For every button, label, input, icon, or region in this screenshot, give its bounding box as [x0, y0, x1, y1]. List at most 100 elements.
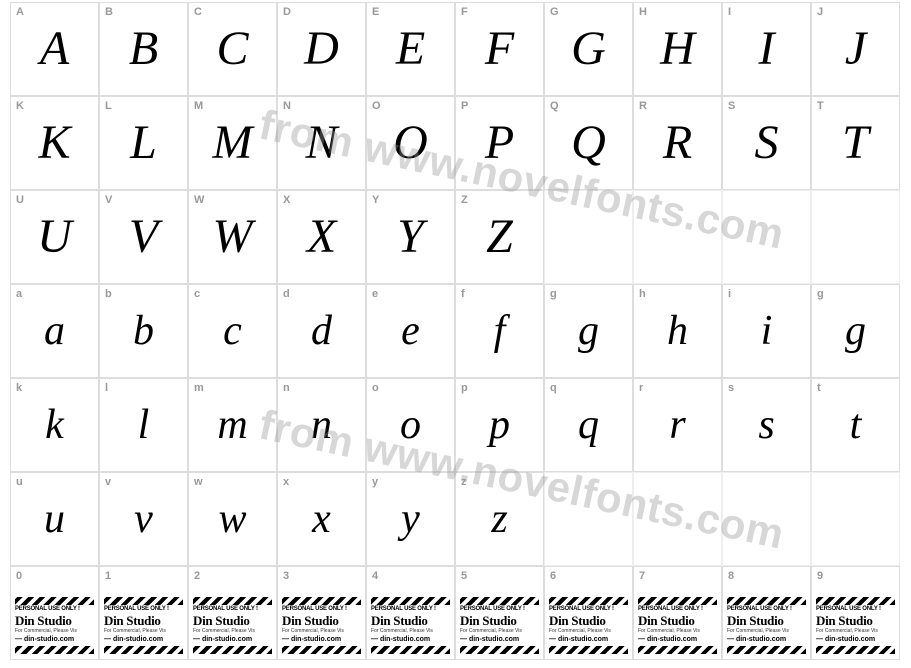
glyph-cell: yy — [366, 472, 455, 566]
cell-label: V — [105, 194, 112, 206]
cell-label: S — [728, 100, 735, 112]
cell-label: q — [550, 382, 557, 394]
glyph-cell: tt — [811, 378, 900, 472]
glyph-cell: nn — [277, 378, 366, 472]
glyph-cell: TT — [811, 96, 900, 190]
glyph-character: e — [401, 310, 420, 352]
cell-label: h — [639, 288, 646, 300]
cell-label: P — [461, 100, 468, 112]
cell-label: F — [461, 6, 468, 18]
glyph-cell: ii — [722, 284, 811, 378]
stripe-decoration — [549, 597, 628, 605]
glyph-cell: SS — [722, 96, 811, 190]
glyph-cell: EE — [366, 2, 455, 96]
glyph-cell: 3 PERSONAL USE ONLY !Din StudioFor Commer… — [277, 566, 366, 660]
din-studio-logo: PERSONAL USE ONLY !Din StudioFor Commerc… — [282, 597, 361, 655]
cell-label: R — [639, 100, 647, 112]
cell-label: t — [817, 382, 821, 394]
cell-label: A — [16, 6, 24, 18]
din-studio-brand: Din Studio — [104, 613, 183, 628]
cell-label: C — [194, 6, 202, 18]
glyph-character: L — [130, 119, 157, 167]
cell-label: l — [105, 382, 108, 394]
glyph-character: D — [304, 25, 339, 73]
cell-label: X — [283, 194, 290, 206]
cell-label: E — [372, 6, 379, 18]
glyph-cell: gg — [811, 284, 900, 378]
glyph-character: W — [213, 213, 253, 261]
cell-label: b — [105, 288, 112, 300]
glyph-character: i — [761, 310, 773, 352]
cell-label: 0 — [16, 570, 22, 582]
din-studio-url: — din-studio.com — [371, 634, 450, 644]
glyph-cell: BB — [99, 2, 188, 96]
glyph-character: Z — [486, 213, 513, 261]
cell-label: 8 — [728, 570, 734, 582]
cell-label: i — [728, 288, 731, 300]
cell-label: u — [16, 476, 23, 488]
glyph-cell: AA — [10, 2, 99, 96]
cell-label: s — [728, 382, 734, 394]
cell-label: D — [283, 6, 291, 18]
glyph-character: r — [669, 404, 685, 446]
cell-label: Y — [372, 194, 379, 206]
personal-use-text: PERSONAL USE ONLY ! — [727, 605, 806, 613]
glyph-cell: QQ — [544, 96, 633, 190]
glyph-character: S — [755, 119, 779, 167]
cell-label: 2 — [194, 570, 200, 582]
stripe-decoration — [727, 597, 806, 605]
glyph-character: G — [571, 25, 606, 73]
glyph-cell: aa — [10, 284, 99, 378]
glyph-character: g — [845, 310, 866, 352]
glyph-cell: 8PERSONAL USE ONLY !Din StudioFor Commer… — [722, 566, 811, 660]
cell-label: p — [461, 382, 468, 394]
cell-label: I — [728, 6, 731, 18]
cell-label: M — [194, 100, 203, 112]
glyph-cell: VV — [99, 190, 188, 284]
stripe-decoration — [371, 597, 450, 605]
glyph-cell: gg — [544, 284, 633, 378]
glyph-character: x — [312, 498, 331, 540]
din-studio-logo: PERSONAL USE ONLY !Din StudioFor Commerc… — [638, 597, 717, 655]
din-studio-brand: Din Studio — [282, 613, 361, 628]
cell-label: N — [283, 100, 291, 112]
stripe-decoration — [460, 646, 539, 654]
glyph-character: z — [491, 498, 507, 540]
glyph-cell: 5PERSONAL USE ONLY !Din StudioFor Commer… — [455, 566, 544, 660]
glyph-cell: II — [722, 2, 811, 96]
cell-label: y — [372, 476, 378, 488]
glyph-cell: 4PERSONAL USE ONLY !Din StudioFor Commer… — [366, 566, 455, 660]
cell-label: 3 — [283, 570, 289, 582]
font-character-map: AABBCCDDEEFFGGHHIIJJKKLLMMNNOOPPQQRRSSTT… — [0, 0, 911, 662]
glyph-character: s — [758, 404, 774, 446]
glyph-cell: DD — [277, 2, 366, 96]
glyph-character: C — [216, 25, 248, 73]
stripe-decoration — [638, 646, 717, 654]
glyph-character: q — [578, 404, 599, 446]
glyph-cell: XX — [277, 190, 366, 284]
stripe-decoration — [638, 597, 717, 605]
glyph-character: I — [759, 25, 775, 73]
glyph-cell: dd — [277, 284, 366, 378]
din-studio-brand: Din Studio — [727, 613, 806, 628]
din-studio-brand: Din Studio — [15, 613, 94, 628]
glyph-cell: uu — [10, 472, 99, 566]
stripe-decoration — [193, 646, 272, 654]
glyph-character: Y — [397, 213, 424, 261]
cell-label: d — [283, 288, 290, 300]
cell-label: L — [105, 100, 112, 112]
glyph-character: P — [485, 119, 514, 167]
glyph-character: F — [485, 25, 514, 73]
din-studio-url: — din-studio.com — [549, 634, 628, 644]
glyph-character: p — [489, 404, 510, 446]
din-studio-logo: PERSONAL USE ONLY !Din StudioFor Commerc… — [104, 597, 183, 655]
glyph-cell: OO — [366, 96, 455, 190]
personal-use-text: PERSONAL USE ONLY ! — [15, 605, 94, 613]
glyph-cell: xx — [277, 472, 366, 566]
glyph-cell: rr — [633, 378, 722, 472]
din-studio-logo: PERSONAL USE ONLY !Din StudioFor Commerc… — [549, 597, 628, 655]
glyph-character: w — [218, 498, 246, 540]
glyph-character: g — [578, 310, 599, 352]
glyph-cell — [811, 190, 900, 284]
cell-label: o — [372, 382, 379, 394]
